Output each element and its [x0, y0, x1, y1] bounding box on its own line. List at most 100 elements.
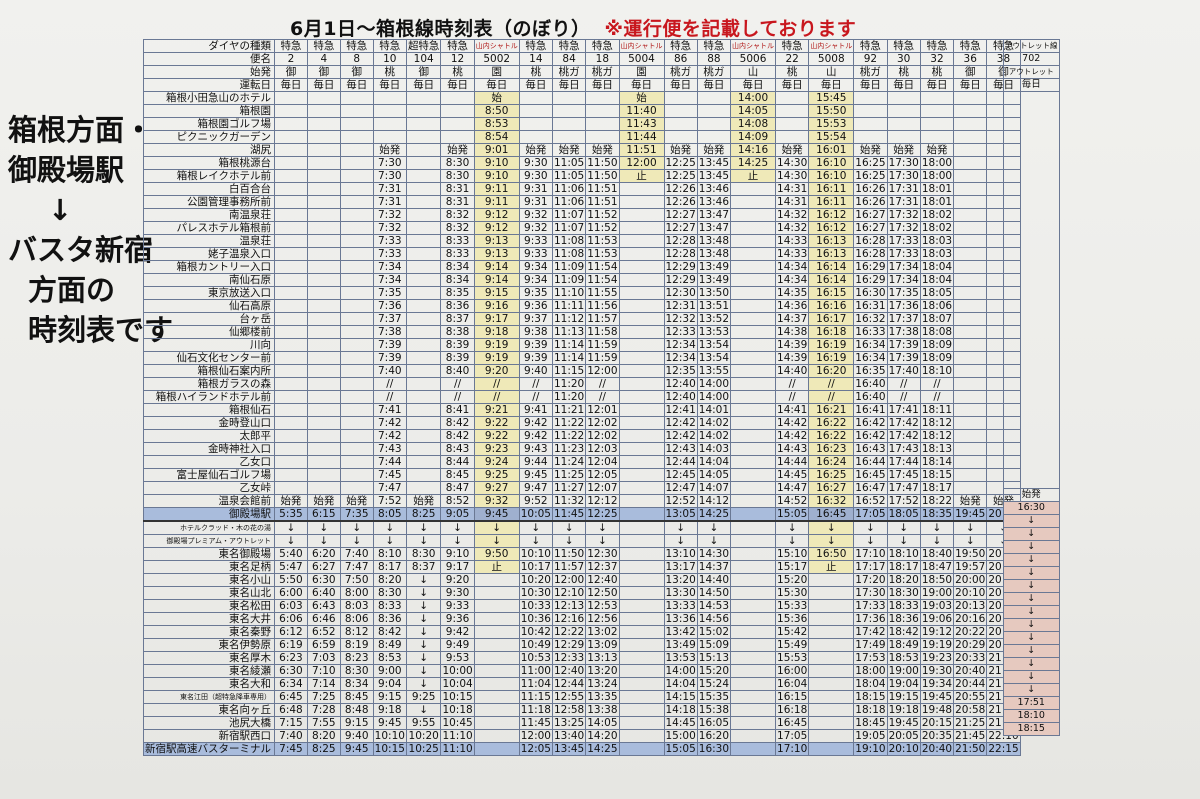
time-cell: 14:05 — [696, 468, 732, 482]
time-cell: 16:00 — [775, 664, 810, 678]
time-cell: 7:15 — [274, 716, 308, 730]
time-cell — [405, 455, 442, 469]
header-type-cell: 特急 — [853, 39, 888, 53]
header-type-cell: 特急 — [518, 39, 553, 53]
table-row: 東名大井 6:06 6:46 8:06 8:36 ↓ 9:36 10:36 12:16 12:56… — [143, 612, 1021, 626]
time-cell: 8:47 — [440, 481, 475, 495]
time-cell — [618, 325, 665, 339]
time-cell: 13:09 — [585, 638, 620, 652]
time-cell: 13:49 — [663, 638, 698, 652]
time-cell — [730, 247, 777, 261]
time-cell — [306, 273, 341, 287]
stop-name: 箱根仙石案内所 — [143, 364, 275, 378]
time-cell: 8:30 — [405, 547, 442, 561]
time-cell: 9:32 — [518, 208, 553, 222]
stop-name: 台ヶ岳 — [143, 312, 275, 326]
outlet-row: 18:10 — [1003, 709, 1060, 723]
time-cell — [730, 507, 777, 522]
time-cell: 始発 — [274, 494, 308, 508]
time-cell — [618, 260, 665, 274]
time-cell — [730, 351, 777, 365]
outlet-row: ↓ — [1003, 683, 1060, 697]
outlet-blank-cell — [1003, 236, 1060, 248]
time-cell: 16:28 — [853, 247, 888, 261]
time-cell: 14:18 — [663, 703, 698, 717]
time-cell: 18:02 — [919, 208, 955, 222]
stop-name: 湖尻 — [143, 143, 275, 157]
time-cell: 16:23 — [808, 442, 855, 456]
time-cell: 止 — [730, 169, 777, 183]
time-cell: 15:45 — [808, 91, 855, 105]
time-cell: 12:05 — [585, 468, 620, 482]
time-cell: 18:17 — [919, 481, 955, 495]
time-cell: 14:30 — [696, 547, 732, 561]
time-cell — [618, 351, 665, 365]
time-cell: // — [585, 377, 620, 391]
time-cell: 14:01 — [696, 403, 732, 417]
time-cell: 9:15 — [372, 690, 407, 704]
time-cell: 7:47 — [372, 481, 407, 495]
time-cell — [886, 104, 921, 118]
time-cell: 16:41 — [853, 403, 888, 417]
time-cell: 12:28 — [663, 234, 698, 248]
time-cell: 9:36 — [440, 612, 475, 626]
stop-name: 箱根桃源台 — [143, 156, 275, 170]
header-days-cell: 毎日 — [853, 78, 888, 92]
time-cell: 9:18 — [473, 325, 520, 339]
time-cell — [853, 117, 888, 131]
time-cell: 9:45 — [372, 716, 407, 730]
time-cell: 9:36 — [518, 299, 553, 313]
time-cell — [473, 612, 520, 626]
stop-name: 富士屋仙石ゴルフ場 — [143, 468, 275, 482]
time-cell: 13:49 — [696, 260, 732, 274]
time-cell: 7:47 — [339, 560, 374, 574]
time-cell: 14:00 — [730, 91, 777, 105]
time-cell: ↓ — [306, 534, 341, 548]
outlet-blank-cell — [1003, 260, 1060, 272]
table-row: 東名江田（超特急降車専用） 6:45 7:25 8:45 9:15 9:25 10:15 11… — [143, 690, 1021, 704]
time-cell: 18:15 — [919, 468, 955, 482]
time-cell: ↓ — [405, 664, 442, 678]
time-cell: 6:45 — [274, 690, 308, 704]
time-cell: 7:38 — [372, 325, 407, 339]
outlet-time-cell: 18:10 — [1003, 709, 1060, 723]
time-cell — [618, 195, 665, 209]
time-cell: 9:42 — [518, 429, 553, 443]
time-cell — [808, 586, 855, 600]
time-cell — [440, 117, 475, 131]
time-cell: 13:47 — [696, 221, 732, 235]
time-cell — [730, 338, 777, 352]
time-cell: 7:42 — [372, 429, 407, 443]
header-type-cell: 特急 — [306, 39, 341, 53]
time-cell: 14:25 — [585, 742, 620, 756]
time-cell: 14:03 — [696, 442, 732, 456]
outlet-arrow-cell: ↓ — [1003, 540, 1060, 554]
time-cell: 9:39 — [518, 338, 553, 352]
time-cell — [953, 117, 988, 131]
time-cell: 12:42 — [663, 416, 698, 430]
time-cell: // — [473, 377, 520, 391]
time-cell — [618, 364, 665, 378]
time-cell: 12:29 — [551, 638, 587, 652]
outlet-blank-cell — [1003, 296, 1060, 308]
time-cell: 16:11 — [808, 195, 855, 209]
time-cell: 8:44 — [440, 455, 475, 469]
time-cell: 7:25 — [306, 690, 341, 704]
header-bin-cell: 14 — [518, 52, 553, 66]
time-cell: 17:31 — [886, 195, 921, 209]
outlet-row: 毎日 — [1003, 78, 1060, 92]
time-cell: ↓ — [551, 520, 587, 535]
time-cell — [618, 416, 665, 430]
header-origin-cell: 山 — [808, 65, 855, 79]
header-days-cell: 毎日 — [372, 78, 407, 92]
time-cell: ↓ — [663, 520, 698, 535]
time-cell: 16:25 — [853, 156, 888, 170]
time-cell: // — [372, 390, 407, 404]
time-cell: 11:44 — [618, 130, 665, 144]
time-cell: 14:09 — [730, 130, 777, 144]
table-row: 南仙石原 7:34 8:34 9:14 9:34 11:09 11:54 12:29 13:49… — [143, 273, 1021, 287]
time-cell: 15:50 — [808, 104, 855, 118]
time-cell — [274, 351, 308, 365]
table-row: 金時登山口 7:42 8:42 9:22 9:42 11:22 12:02 12:42 14:0… — [143, 416, 1021, 430]
header-type-cell: 特急 — [886, 39, 921, 53]
